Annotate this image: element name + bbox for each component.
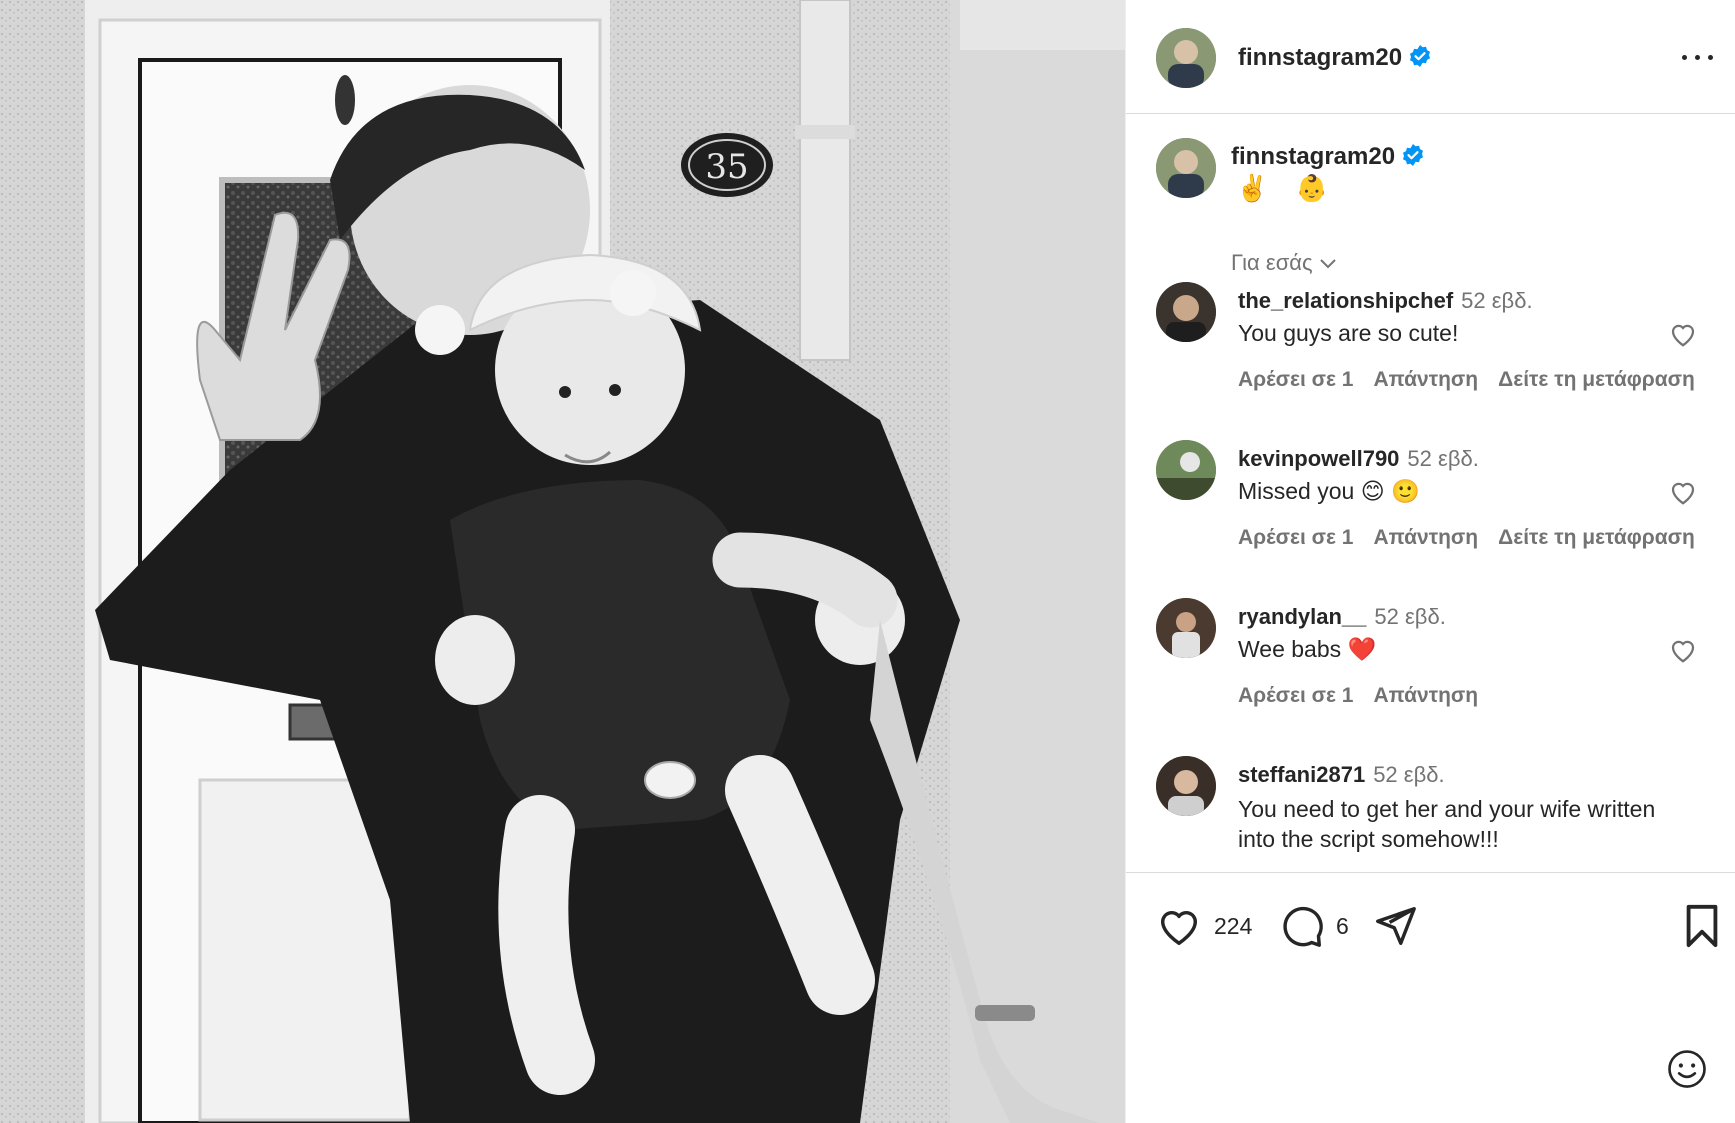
comment-likes-link[interactable]: Αρέσει σε 1 <box>1238 684 1353 707</box>
comment-avatar[interactable] <box>1156 756 1216 816</box>
comments-scroll[interactable]: finnstagram20 ✌️ 👶 Για εσάς the_relation… <box>1126 115 1735 872</box>
comment-avatar[interactable] <box>1156 598 1216 658</box>
more-options-icon[interactable] <box>1680 44 1716 70</box>
post-photo[interactable]: 35 <box>0 0 1125 1123</box>
comment-text: Missed you 😊 🙂 <box>1238 478 1420 504</box>
comment-time: 52 εβδ. <box>1374 604 1446 629</box>
caption-text: ✌️ 👶 <box>1236 173 1338 203</box>
comment-bubble-icon[interactable] <box>1279 903 1325 949</box>
comment-username[interactable]: kevinpowell790 52 εβδ. <box>1238 446 1479 472</box>
author-username[interactable]: finnstagram20 <box>1238 44 1432 72</box>
author-avatar[interactable] <box>1156 28 1216 88</box>
comment-actions: Αρέσει σε 1 Απάντηση Δείτε τη μετάφραση <box>1238 368 1715 392</box>
bookmark-icon[interactable] <box>1684 903 1720 949</box>
comment-text: You need to get her and your wife writte… <box>1238 796 1656 852</box>
house-number: 35 <box>705 147 748 187</box>
comment-reply-link[interactable]: Απάντηση <box>1373 684 1478 707</box>
for-you-filter[interactable]: Για εσάς <box>1231 250 1337 276</box>
comment-item: the_relationshipchef 52 εβδ. You guys are… <box>1126 282 1735 442</box>
comment-username[interactable]: steffani2871 52 εβδ. <box>1238 762 1445 788</box>
for-you-label: Για εσάς <box>1231 250 1313 275</box>
post-header: finnstagram20 <box>1126 0 1735 114</box>
post-actions-bar: 224 6 <box>1126 872 1735 1123</box>
comment-likes-link[interactable]: Αρέσει σε 1 <box>1238 368 1353 391</box>
comment-actions: Αρέσει σε 1 Απάντηση <box>1238 684 1498 708</box>
comment-avatar[interactable] <box>1156 282 1216 342</box>
heart-icon[interactable] <box>1668 635 1698 665</box>
comment-translate-link[interactable]: Δείτε τη μετάφραση <box>1498 368 1695 391</box>
verified-badge-icon <box>1403 144 1424 166</box>
post-details-panel: finnstagram20 finnstagram20 ✌️ 👶 Για εσά… <box>1125 0 1735 1123</box>
comment-actions: Αρέσει σε 1 Απάντηση Δείτε τη μετάφραση <box>1238 526 1715 550</box>
comment-text: Wee babs ❤️ <box>1238 636 1377 662</box>
heart-icon[interactable] <box>1668 319 1698 349</box>
comment-username[interactable]: the_relationshipchef 52 εβδ. <box>1238 288 1533 314</box>
caption-author-username[interactable]: finnstagram20 <box>1231 143 1425 171</box>
comment-likes-link[interactable]: Αρέσει σε 1 <box>1238 526 1353 549</box>
like-heart-icon[interactable] <box>1156 903 1202 949</box>
comment-item: ryandylan__ 52 εβδ. Wee babs ❤️ Αρέσει σε… <box>1126 598 1735 758</box>
comment-username[interactable]: ryandylan__ 52 εβδ. <box>1238 604 1446 630</box>
comment-reply-link[interactable]: Απάντηση <box>1373 368 1478 391</box>
comment-time: 52 εβδ. <box>1407 446 1479 471</box>
comments-count: 6 <box>1336 913 1349 939</box>
comment-item: kevinpowell790 52 εβδ. Missed you 😊 🙂 Αρέ… <box>1126 440 1735 600</box>
post-image: 35 <box>0 0 1125 1123</box>
caption-author-avatar[interactable] <box>1156 138 1216 198</box>
emoji-smiley-icon[interactable] <box>1666 1048 1708 1090</box>
comment-time: 52 εβδ. <box>1373 762 1445 787</box>
comment-item: steffani2871 52 εβδ. You need to get her … <box>1126 756 1735 872</box>
comment-translate-link[interactable]: Δείτε τη μετάφραση <box>1498 526 1695 549</box>
verified-badge-icon <box>1410 45 1431 67</box>
share-paper-plane-icon[interactable] <box>1372 903 1418 949</box>
heart-icon[interactable] <box>1668 477 1698 507</box>
comment-avatar[interactable] <box>1156 440 1216 500</box>
comment-reply-link[interactable]: Απάντηση <box>1373 526 1478 549</box>
comment-time: 52 εβδ. <box>1461 288 1533 313</box>
likes-count[interactable]: 224 <box>1214 913 1252 940</box>
comment-text: You guys are so cute! <box>1238 320 1459 346</box>
chevron-down-icon <box>1319 259 1336 269</box>
